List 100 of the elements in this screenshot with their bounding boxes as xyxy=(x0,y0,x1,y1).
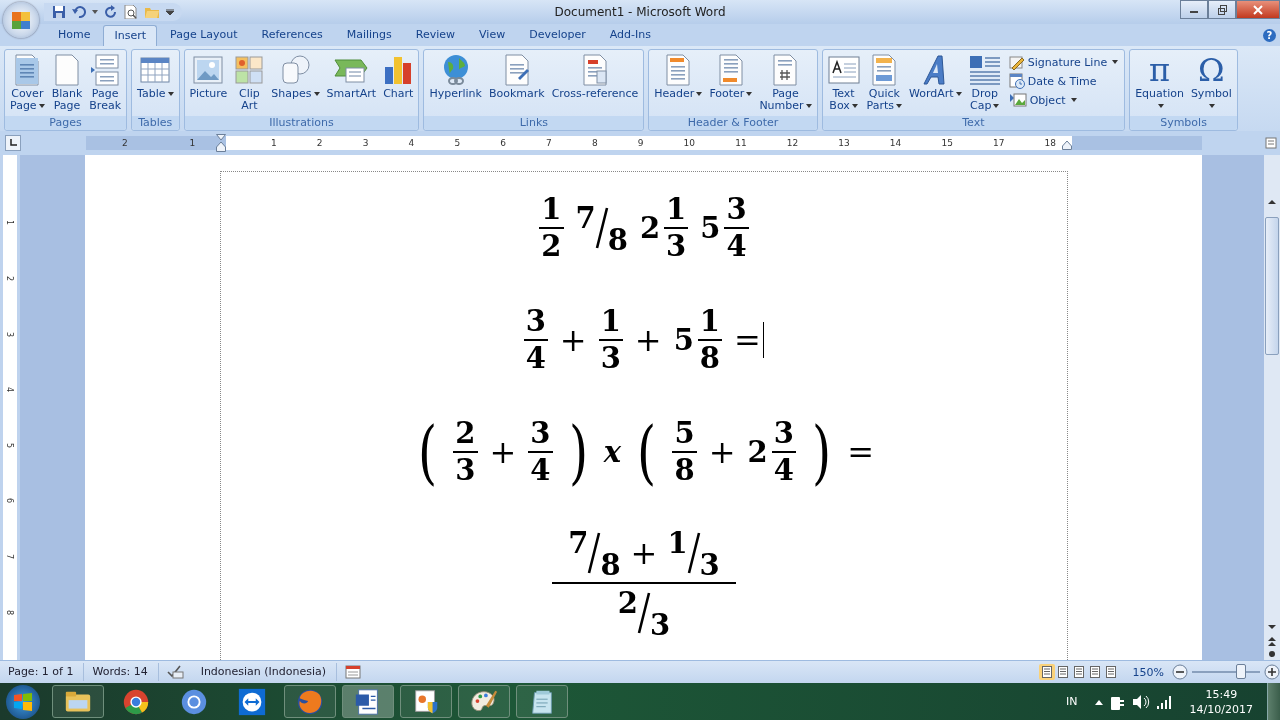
ribbon-button[interactable]: Shapes xyxy=(268,52,323,116)
caret-icon[interactable] xyxy=(92,10,98,14)
ribbon-tab[interactable]: Insert xyxy=(103,25,158,46)
indent-marker-icon[interactable] xyxy=(1062,140,1072,150)
ribbon-button[interactable]: Table xyxy=(134,52,177,116)
office-button[interactable] xyxy=(3,2,39,38)
object-icon xyxy=(1008,92,1027,108)
ruler-number: 14 xyxy=(889,138,902,148)
ruler-number: 1 xyxy=(5,220,15,226)
restore-button[interactable] xyxy=(1208,0,1236,19)
restore-icon xyxy=(1217,4,1227,15)
ribbon-tab[interactable]: View xyxy=(468,24,517,46)
ruler-number: 18 xyxy=(1044,138,1056,148)
save-icon[interactable] xyxy=(52,5,66,19)
language-indicator[interactable]: Indonesian (Indonesia) xyxy=(192,663,338,681)
zoom-out-icon[interactable] xyxy=(1172,664,1188,680)
ribbon-tab[interactable]: Developer xyxy=(518,24,597,46)
view-button[interactable] xyxy=(1038,664,1055,680)
taskbar-button[interactable] xyxy=(342,685,394,718)
ribbon-button[interactable]: Text Box xyxy=(824,52,863,116)
ribbon-tab[interactable]: Home xyxy=(47,24,102,46)
customize-caret-icon[interactable] xyxy=(166,9,174,15)
ribbon-button[interactable]: Picture xyxy=(186,52,231,116)
proofing-icon[interactable] xyxy=(166,665,185,679)
group-label: Symbols xyxy=(1130,116,1237,130)
group-label: Tables xyxy=(132,116,179,130)
ribbon-button[interactable]: WordArt xyxy=(906,52,965,116)
ribbon-button[interactable]: Header xyxy=(651,52,706,116)
numerator: 3 xyxy=(725,195,748,224)
vertical-scrollbar[interactable] xyxy=(1264,155,1280,660)
ribbon-tab[interactable]: Mailings xyxy=(335,24,403,46)
ribbon-button[interactable]: SmartArt xyxy=(323,52,380,116)
volume-icon[interactable] xyxy=(1131,693,1150,710)
ribbon-tab[interactable]: Review xyxy=(404,24,467,46)
ribbon-button[interactable]: Footer xyxy=(706,52,756,116)
text-cursor xyxy=(762,322,765,358)
zoom-level[interactable]: 150% xyxy=(1132,665,1164,679)
tab-selector-button[interactable] xyxy=(5,135,21,151)
slider-thumb[interactable] xyxy=(1235,664,1246,679)
drop-cap-icon xyxy=(968,55,1001,85)
show-desktop-button[interactable] xyxy=(1267,683,1280,720)
ribbon-button[interactable]: Hyperlink xyxy=(426,52,485,116)
clock[interactable]: 15:49 14/10/2017 xyxy=(1189,686,1253,717)
indent-marker-icon[interactable] xyxy=(216,134,226,152)
ribbon-button[interactable]: Date & Time xyxy=(1008,73,1119,89)
ribbon-button[interactable]: Cross-reference xyxy=(548,52,642,116)
ribbon-button[interactable]: Clip Art xyxy=(231,52,268,116)
close-icon xyxy=(1252,4,1264,15)
taskbar-button[interactable] xyxy=(400,685,452,718)
ribbon-button[interactable]: Blank Page xyxy=(48,52,86,116)
ribbon-button[interactable]: Page Break xyxy=(86,52,125,116)
parenthesis: ( xyxy=(637,417,657,487)
caret-icon xyxy=(896,104,903,108)
cross-reference-icon xyxy=(582,54,608,86)
signal-icon[interactable] xyxy=(1155,694,1172,709)
print-preview-icon[interactable] xyxy=(124,5,138,19)
ribbon-button[interactable]: Object xyxy=(1008,92,1119,108)
ribbon-button[interactable]: Quick Parts xyxy=(863,52,906,116)
windows-logo-icon xyxy=(12,690,34,713)
ribbon-button[interactable]: π Equation xyxy=(1132,52,1187,116)
document-icon xyxy=(14,54,41,86)
page-count[interactable]: Page: 1 of 1 xyxy=(0,663,85,681)
pen-icon xyxy=(1008,54,1025,70)
ruler-icon xyxy=(1265,137,1277,149)
ribbon-tab[interactable]: References xyxy=(250,24,334,46)
table-icon xyxy=(140,56,171,84)
minimize-button[interactable] xyxy=(1180,0,1208,19)
ribbon-tab[interactable]: Page Layout xyxy=(159,24,249,46)
numerator: 1 xyxy=(667,526,688,560)
taskbar-button[interactable] xyxy=(516,685,568,718)
word-count[interactable]: Words: 14 xyxy=(84,663,159,681)
help-button[interactable]: ? xyxy=(1263,28,1276,42)
ribbon-button[interactable]: Page Number xyxy=(756,52,815,116)
ribbon-button[interactable]: Cover Page xyxy=(7,52,48,116)
close-button[interactable] xyxy=(1236,0,1280,19)
caret-icon xyxy=(38,104,45,108)
variable: x xyxy=(603,435,622,469)
denominator: 8 xyxy=(607,223,628,257)
taskbar-button[interactable] xyxy=(458,685,510,718)
ribbon-button[interactable]: Bookmark xyxy=(485,52,548,116)
scrollbar-thumb[interactable] xyxy=(1265,217,1279,355)
macro-icon[interactable] xyxy=(345,665,362,679)
ribbon-button[interactable]: Drop Cap xyxy=(965,52,1004,116)
ribbon-tab[interactable]: Add-Ins xyxy=(598,24,662,46)
ruler-number: 12 xyxy=(786,138,799,148)
zoom-in-icon[interactable] xyxy=(1264,664,1280,680)
start-button[interactable] xyxy=(6,684,40,719)
parenthesis: ) xyxy=(811,417,832,487)
page-icon xyxy=(1072,666,1085,678)
redo-icon[interactable] xyxy=(104,5,118,19)
ribbon-button[interactable]: Chart xyxy=(380,52,417,116)
ribbon-button[interactable]: Ω Symbol xyxy=(1187,52,1235,116)
input-language[interactable]: IN xyxy=(1066,695,1078,708)
ruler-number: 6 xyxy=(500,138,506,148)
taskbar-button[interactable] xyxy=(52,685,104,718)
undo-icon[interactable] xyxy=(72,5,86,19)
ribbon-button[interactable]: Signature Line xyxy=(1008,54,1119,70)
ruler-number: 17 xyxy=(992,138,1005,148)
page-icon xyxy=(1104,666,1117,678)
ruler-number: 5 xyxy=(5,442,15,448)
